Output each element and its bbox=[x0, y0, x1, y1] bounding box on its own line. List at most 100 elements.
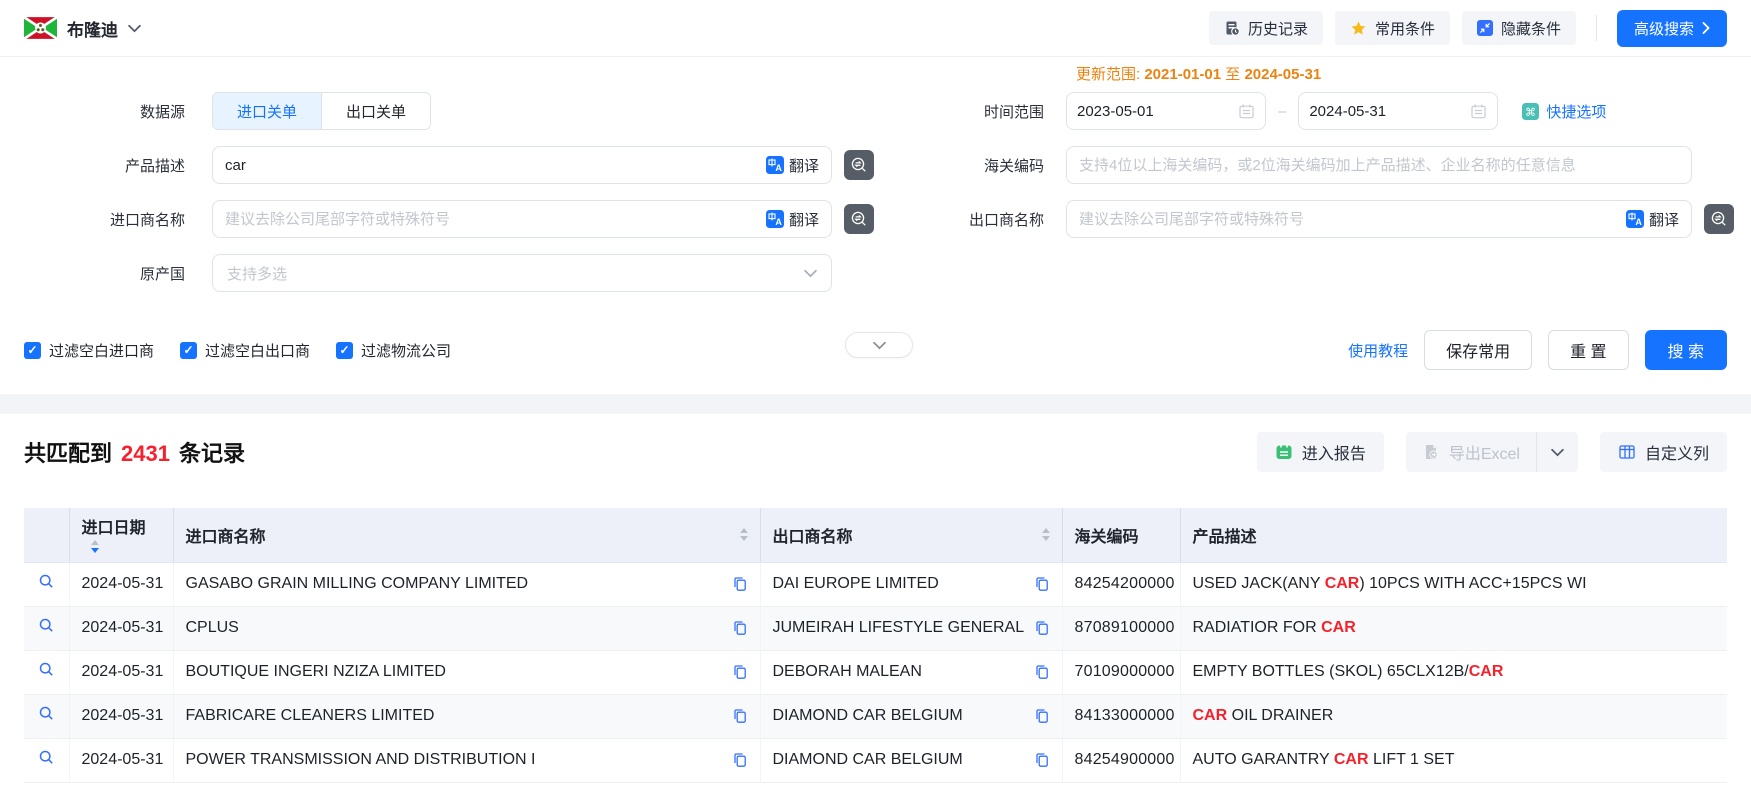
similar-search-button[interactable] bbox=[1704, 204, 1734, 234]
magnifier-icon[interactable] bbox=[38, 661, 55, 678]
table-row: 2024-05-31 BOUTIQUE INGERI NZIZA LIMITED… bbox=[24, 650, 1727, 694]
importer-name: FABRICARE CLEANERS LIMITED bbox=[186, 707, 435, 725]
filter-label: 过滤空白出口商 bbox=[205, 340, 310, 361]
desc-highlight: CAR bbox=[1334, 751, 1369, 768]
header-importer-label: 进口商名称 bbox=[186, 523, 266, 547]
history-label: 历史记录 bbox=[1248, 18, 1308, 39]
svg-text:A: A bbox=[775, 217, 782, 227]
export-excel-button[interactable]: 导出Excel bbox=[1406, 440, 1536, 464]
product-desc-cell: EMPTY BOTTLES (SKOL) 65CLX12B/CAR bbox=[1180, 650, 1727, 694]
divider bbox=[1596, 15, 1597, 41]
sort-icon[interactable] bbox=[1042, 528, 1050, 541]
collapse-form-button[interactable] bbox=[845, 332, 913, 358]
product-desc-cell: CAR OIL DRAINER bbox=[1180, 694, 1727, 738]
exporter-cell: DEBORAH MALEAN bbox=[760, 650, 1062, 694]
header-hs-code: 海关编码 bbox=[1062, 508, 1180, 562]
header-import-date[interactable]: 进口日期 bbox=[69, 508, 173, 562]
form-actions: 使用教程 保存常用 重 置 搜 索 bbox=[1348, 330, 1727, 370]
copy-icon[interactable] bbox=[732, 664, 748, 680]
exporter-name: DIAMOND CAR BELGIUM bbox=[773, 751, 963, 769]
desc-text: EMPTY BOTTLES (SKOL) 65CLX12B/ bbox=[1193, 663, 1469, 680]
desc-text: ) 10PCS WITH ACC+15PCS WI bbox=[1359, 575, 1586, 592]
desc-highlight: CAR bbox=[1321, 619, 1356, 636]
command-icon: ⌘ bbox=[1522, 103, 1539, 120]
collapse-icon bbox=[1477, 20, 1493, 36]
checkbox-filter-blank-importer[interactable]: ✓ 过滤空白进口商 bbox=[24, 340, 154, 361]
end-date-input[interactable] bbox=[1298, 92, 1498, 130]
origin-select[interactable]: 支持多选 bbox=[212, 254, 832, 292]
translate-button[interactable]: A 翻译 bbox=[1626, 209, 1679, 230]
start-date-value[interactable] bbox=[1077, 103, 1232, 120]
advanced-search-button[interactable]: 高级搜索 bbox=[1617, 10, 1727, 47]
copy-icon[interactable] bbox=[732, 576, 748, 592]
translate-button[interactable]: A 翻译 bbox=[766, 209, 819, 230]
tab-import-declarations[interactable]: 进口关单 bbox=[213, 93, 321, 129]
tab-export-declarations[interactable]: 出口关单 bbox=[321, 93, 430, 129]
history-button[interactable]: 历史记录 bbox=[1209, 11, 1323, 45]
copy-icon[interactable] bbox=[732, 620, 748, 636]
exporter-input[interactable] bbox=[1079, 211, 1618, 228]
copy-icon[interactable] bbox=[1034, 576, 1050, 592]
end-date-value[interactable] bbox=[1309, 103, 1464, 120]
header-exporter-label: 出口商名称 bbox=[773, 523, 853, 547]
translate-icon: A bbox=[766, 210, 784, 228]
section-divider bbox=[0, 394, 1751, 414]
translate-icon: A bbox=[766, 156, 784, 174]
copy-icon[interactable] bbox=[1034, 620, 1050, 636]
hs-code-cell: 84254200000 bbox=[1062, 562, 1180, 606]
time-range-group: 时间范围 – ⌘ 快捷 bbox=[876, 92, 1606, 130]
product-desc-label: 产品描述 bbox=[0, 155, 199, 176]
header-importer[interactable]: 进口商名称 bbox=[173, 508, 760, 562]
advanced-search-label: 高级搜索 bbox=[1634, 18, 1694, 39]
table-row: 2024-05-31 GASABO GRAIN MILLING COMPANY … bbox=[24, 562, 1727, 606]
history-icon bbox=[1224, 20, 1240, 36]
favorites-button[interactable]: 常用条件 bbox=[1335, 11, 1450, 45]
translate-button[interactable]: A 翻译 bbox=[766, 155, 819, 176]
start-date-input[interactable] bbox=[1066, 92, 1266, 130]
svg-text:A: A bbox=[1635, 217, 1642, 227]
copy-icon[interactable] bbox=[1034, 752, 1050, 768]
checkbox-checked-icon: ✓ bbox=[180, 342, 197, 359]
magnifier-icon[interactable] bbox=[38, 617, 55, 634]
save-conditions-button[interactable]: 保存常用 bbox=[1424, 330, 1532, 370]
exporter-name: DAI EUROPE LIMITED bbox=[773, 575, 939, 593]
row-detail-cell bbox=[24, 694, 69, 738]
update-range-text: 更新范围: 2021-01-01 至 2024-05-31 bbox=[1076, 63, 1321, 84]
import-date-cell: 2024-05-31 bbox=[69, 562, 173, 606]
data-source-tabs: 进口关单 出口关单 bbox=[212, 92, 431, 130]
customize-columns-button[interactable]: 自定义列 bbox=[1600, 432, 1727, 472]
hide-conditions-button[interactable]: 隐藏条件 bbox=[1462, 11, 1576, 45]
magnifier-icon[interactable] bbox=[38, 573, 55, 590]
report-icon bbox=[1275, 443, 1293, 461]
similar-search-button[interactable] bbox=[844, 150, 874, 180]
tutorial-link[interactable]: 使用教程 bbox=[1348, 340, 1408, 361]
desc-highlight: CAR bbox=[1325, 575, 1360, 592]
hs-code-input[interactable] bbox=[1079, 157, 1679, 174]
copy-icon[interactable] bbox=[732, 752, 748, 768]
header-exporter[interactable]: 出口商名称 bbox=[760, 508, 1062, 562]
exporter-cell: JUMEIRAH LIFESTYLE GENERAL bbox=[760, 606, 1062, 650]
sort-icon[interactable] bbox=[91, 540, 99, 553]
enter-report-button[interactable]: 进入报告 bbox=[1257, 432, 1384, 472]
search-button[interactable]: 搜 索 bbox=[1645, 330, 1727, 370]
product-desc-input[interactable] bbox=[225, 157, 758, 174]
importer-input[interactable] bbox=[225, 211, 758, 228]
country-selector[interactable]: 布隆迪 bbox=[24, 16, 141, 41]
exporter-group: 出口商名称 A 翻译 bbox=[876, 200, 1734, 238]
magnifier-icon[interactable] bbox=[38, 705, 55, 722]
magnifier-icon[interactable] bbox=[38, 749, 55, 766]
checkbox-filter-logistics[interactable]: ✓ 过滤物流公司 bbox=[336, 340, 451, 361]
svg-text:⌘: ⌘ bbox=[1525, 106, 1536, 118]
sort-icon[interactable] bbox=[740, 528, 748, 541]
record-count: 2431 bbox=[121, 441, 170, 467]
copy-icon[interactable] bbox=[1034, 664, 1050, 680]
copy-icon[interactable] bbox=[1034, 708, 1050, 724]
filter-label: 过滤物流公司 bbox=[361, 340, 451, 361]
reset-button[interactable]: 重 置 bbox=[1548, 330, 1628, 370]
checkbox-filter-blank-exporter[interactable]: ✓ 过滤空白出口商 bbox=[180, 340, 310, 361]
copy-icon[interactable] bbox=[732, 708, 748, 724]
origin-placeholder: 支持多选 bbox=[227, 263, 804, 284]
quick-options-link[interactable]: ⌘ 快捷选项 bbox=[1522, 101, 1606, 122]
export-options-caret[interactable] bbox=[1536, 432, 1578, 472]
similar-search-button[interactable] bbox=[844, 204, 874, 234]
